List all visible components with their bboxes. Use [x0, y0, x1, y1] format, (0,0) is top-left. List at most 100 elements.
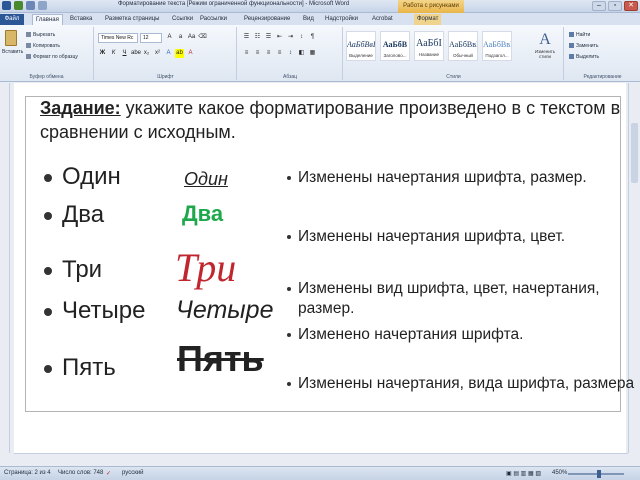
italic-icon[interactable]: К [109, 49, 118, 58]
formatted-word-2: Два [182, 201, 224, 226]
tab-acrobat[interactable]: Acrobat [372, 14, 393, 25]
font-name-select[interactable]: Times New Rc [98, 33, 138, 43]
clear-format-icon[interactable]: ⌫ [198, 33, 207, 42]
paragraph-label: Абзац [282, 74, 298, 80]
paste-icon[interactable] [5, 30, 17, 46]
sort-icon[interactable]: ↕ [297, 33, 306, 42]
tab-home[interactable]: Главная [32, 14, 63, 25]
style-title[interactable]: АаБбІ Название [414, 31, 444, 61]
styles-label: Стили [446, 74, 461, 80]
zoom-level[interactable]: 450% [552, 470, 567, 476]
formatted-word-1: Один [184, 169, 228, 189]
font-color-icon[interactable]: A [186, 49, 195, 58]
grow-font-icon[interactable]: A [165, 33, 174, 42]
alignment-controls: ≡ ≡ ≡ ≡ ↕ ◧ ▦ [242, 49, 317, 58]
superscript-icon[interactable]: x² [153, 49, 162, 58]
context-tab-title: Работа с рисунками [398, 0, 464, 13]
tab-mailings[interactable]: Рассылки [200, 14, 227, 25]
shading-icon[interactable]: ◧ [297, 49, 306, 58]
bold-icon[interactable]: Ж [98, 49, 107, 58]
tab-insert[interactable]: Вставка [70, 14, 92, 25]
maximize-button[interactable]: ▫ [608, 1, 622, 11]
spellcheck-icon[interactable]: ✓ [106, 470, 111, 477]
tab-file[interactable]: Файл [0, 14, 24, 25]
numbering-icon[interactable]: ☷ [253, 33, 262, 42]
font-size-controls: A a Aa ⌫ [165, 33, 207, 42]
font-group: Times New Rc 12 A a Aa ⌫ Ж К Ч abe x₂ x²… [95, 27, 237, 80]
line-spacing-icon[interactable]: ↕ [286, 49, 295, 58]
ribbon: Вставить Вырезать Копировать Формат по о… [0, 25, 640, 82]
formatted-word-5: Пять [177, 338, 264, 379]
change-case-icon[interactable]: Aa [187, 33, 196, 42]
justify-icon[interactable]: ≡ [275, 49, 284, 58]
zoom-slider[interactable] [568, 470, 624, 478]
zoom-slider-knob[interactable] [596, 470, 601, 478]
format-painter-button[interactable]: Формат по образцу [26, 54, 78, 60]
redo-icon[interactable] [38, 1, 47, 10]
pilcrow-icon[interactable]: ¶ [308, 33, 317, 42]
word-window: Форматирование текста [Режим ограниченно… [0, 0, 640, 480]
styles-group: АаБбВвГ Выделение АаБбВ Заголово... АаБб… [344, 27, 564, 80]
save-icon[interactable] [14, 1, 23, 10]
subscript-icon[interactable]: x₂ [142, 49, 151, 58]
title-bar: Форматирование текста [Режим ограниченно… [0, 0, 640, 13]
shrink-font-icon[interactable]: a [176, 33, 185, 42]
answer-2: Изменены начертания шрифта, цвет. [287, 227, 635, 247]
text-effects-icon[interactable]: A [164, 49, 173, 58]
align-left-icon[interactable]: ≡ [242, 49, 251, 58]
style-normal[interactable]: АаБбВвІ Обычный [448, 31, 478, 61]
brush-icon [26, 54, 31, 59]
answer-1: Изменены начертания шрифта, размер. [287, 168, 635, 188]
find-button[interactable]: Найти [569, 32, 590, 38]
window-controls: – ▫ ✕ [592, 1, 638, 11]
highlight-icon[interactable]: ab [175, 49, 184, 58]
cut-button[interactable]: Вырезать [26, 32, 55, 38]
horizontal-scrollbar[interactable] [14, 453, 628, 465]
view-buttons[interactable]: ▣ ▤ ▥ ▦ ▧ [506, 470, 541, 477]
replace-icon [569, 43, 574, 48]
scissors-icon [26, 32, 31, 37]
decrease-indent-icon[interactable]: ⇤ [275, 33, 284, 42]
replace-button[interactable]: Заменить [569, 43, 598, 49]
strikethrough-icon[interactable]: abe [131, 49, 141, 58]
word-logo-icon [2, 1, 11, 10]
style-emphasis[interactable]: АаБбВвГ Выделение [346, 31, 376, 61]
style-subtitle[interactable]: АаБбВвІ Подзагол... [482, 31, 512, 61]
formatted-word-3: Три [175, 245, 237, 290]
original-word-3: Три [44, 256, 102, 284]
font-group-label: Шрифт [157, 74, 174, 80]
increase-indent-icon[interactable]: ⇥ [286, 33, 295, 42]
original-word-4: Четыре [44, 297, 145, 325]
quick-access-toolbar [2, 1, 47, 10]
paragraph-group: ☰ ☷ ☰ ⇤ ⇥ ↕ ¶ ≡ ≡ ≡ ≡ ↕ ◧ ▦ Абзац [238, 27, 343, 80]
tab-layout[interactable]: Разметка страницы [105, 14, 159, 25]
align-center-icon[interactable]: ≡ [253, 49, 262, 58]
copy-button[interactable]: Копировать [26, 43, 60, 49]
bullets-icon[interactable]: ☰ [242, 33, 251, 42]
tab-review[interactable]: Рецензирование [244, 14, 290, 25]
font-size-select[interactable]: 12 [140, 33, 162, 43]
editing-group: Найти Заменить Выделить Редактирование [565, 27, 640, 80]
borders-icon[interactable]: ▦ [308, 49, 317, 58]
tab-format[interactable]: Формат [414, 14, 442, 25]
select-button[interactable]: Выделить [569, 54, 599, 60]
page-counter[interactable]: Страница: 2 из 4 [4, 470, 51, 476]
tab-addins[interactable]: Надстройки [325, 14, 358, 25]
close-button[interactable]: ✕ [624, 1, 638, 11]
paste-button[interactable]: Вставить [2, 49, 23, 55]
style-heading[interactable]: АаБбВ Заголово... [380, 31, 410, 61]
language-indicator[interactable]: русский [122, 470, 144, 476]
original-word-2: Два [44, 201, 104, 229]
editing-label: Редактирование [583, 74, 622, 80]
clipboard-label: Буфер обмена [29, 74, 64, 80]
tab-view[interactable]: Вид [303, 14, 314, 25]
answer-3: Изменены вид шрифта, цвет, начертания, р… [287, 279, 635, 319]
word-count[interactable]: Число слов: 748 [58, 470, 103, 476]
align-right-icon[interactable]: ≡ [264, 49, 273, 58]
multilevel-icon[interactable]: ☰ [264, 33, 273, 42]
minimize-button[interactable]: – [592, 1, 606, 11]
underline-icon[interactable]: Ч [120, 49, 129, 58]
undo-icon[interactable] [26, 1, 35, 10]
tab-references[interactable]: Ссылки [172, 14, 193, 25]
change-styles-button[interactable]: A Изменить стили [530, 31, 560, 65]
